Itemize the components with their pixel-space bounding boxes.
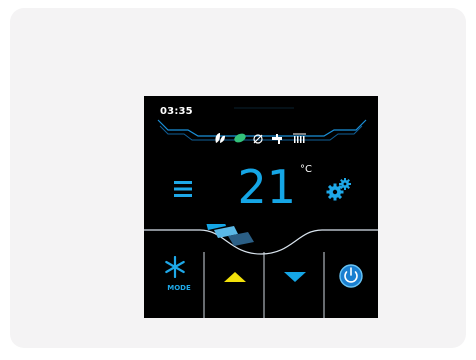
eco-leaf-icon xyxy=(234,133,246,143)
temperature-value: 21 xyxy=(237,160,296,214)
mode-button[interactable]: MODE xyxy=(144,246,204,318)
mode-label: MODE xyxy=(167,284,191,292)
leaf-icon xyxy=(215,133,225,143)
thermostat-panel: 03:35 21 °C MODE xyxy=(144,96,378,318)
menu-icon[interactable] xyxy=(172,178,194,200)
temperature-unit: °C xyxy=(300,164,312,175)
card-background: 03:35 21 °C MODE xyxy=(10,8,466,348)
clock-time: 03:35 xyxy=(160,106,193,117)
power-icon xyxy=(339,264,363,288)
snowflake-icon xyxy=(165,256,185,278)
radiator-icon xyxy=(293,133,306,143)
temperature-up-button[interactable] xyxy=(206,246,264,318)
down-arrow-icon xyxy=(284,272,306,282)
temperature-row: 21 °C xyxy=(144,156,378,220)
power-button[interactable] xyxy=(324,246,378,318)
status-bar xyxy=(157,107,367,144)
settings-gear-icon[interactable] xyxy=(324,176,354,202)
up-arrow-icon xyxy=(224,272,246,282)
fan-level-indicator xyxy=(206,224,254,246)
temperature-down-button[interactable] xyxy=(264,246,324,318)
